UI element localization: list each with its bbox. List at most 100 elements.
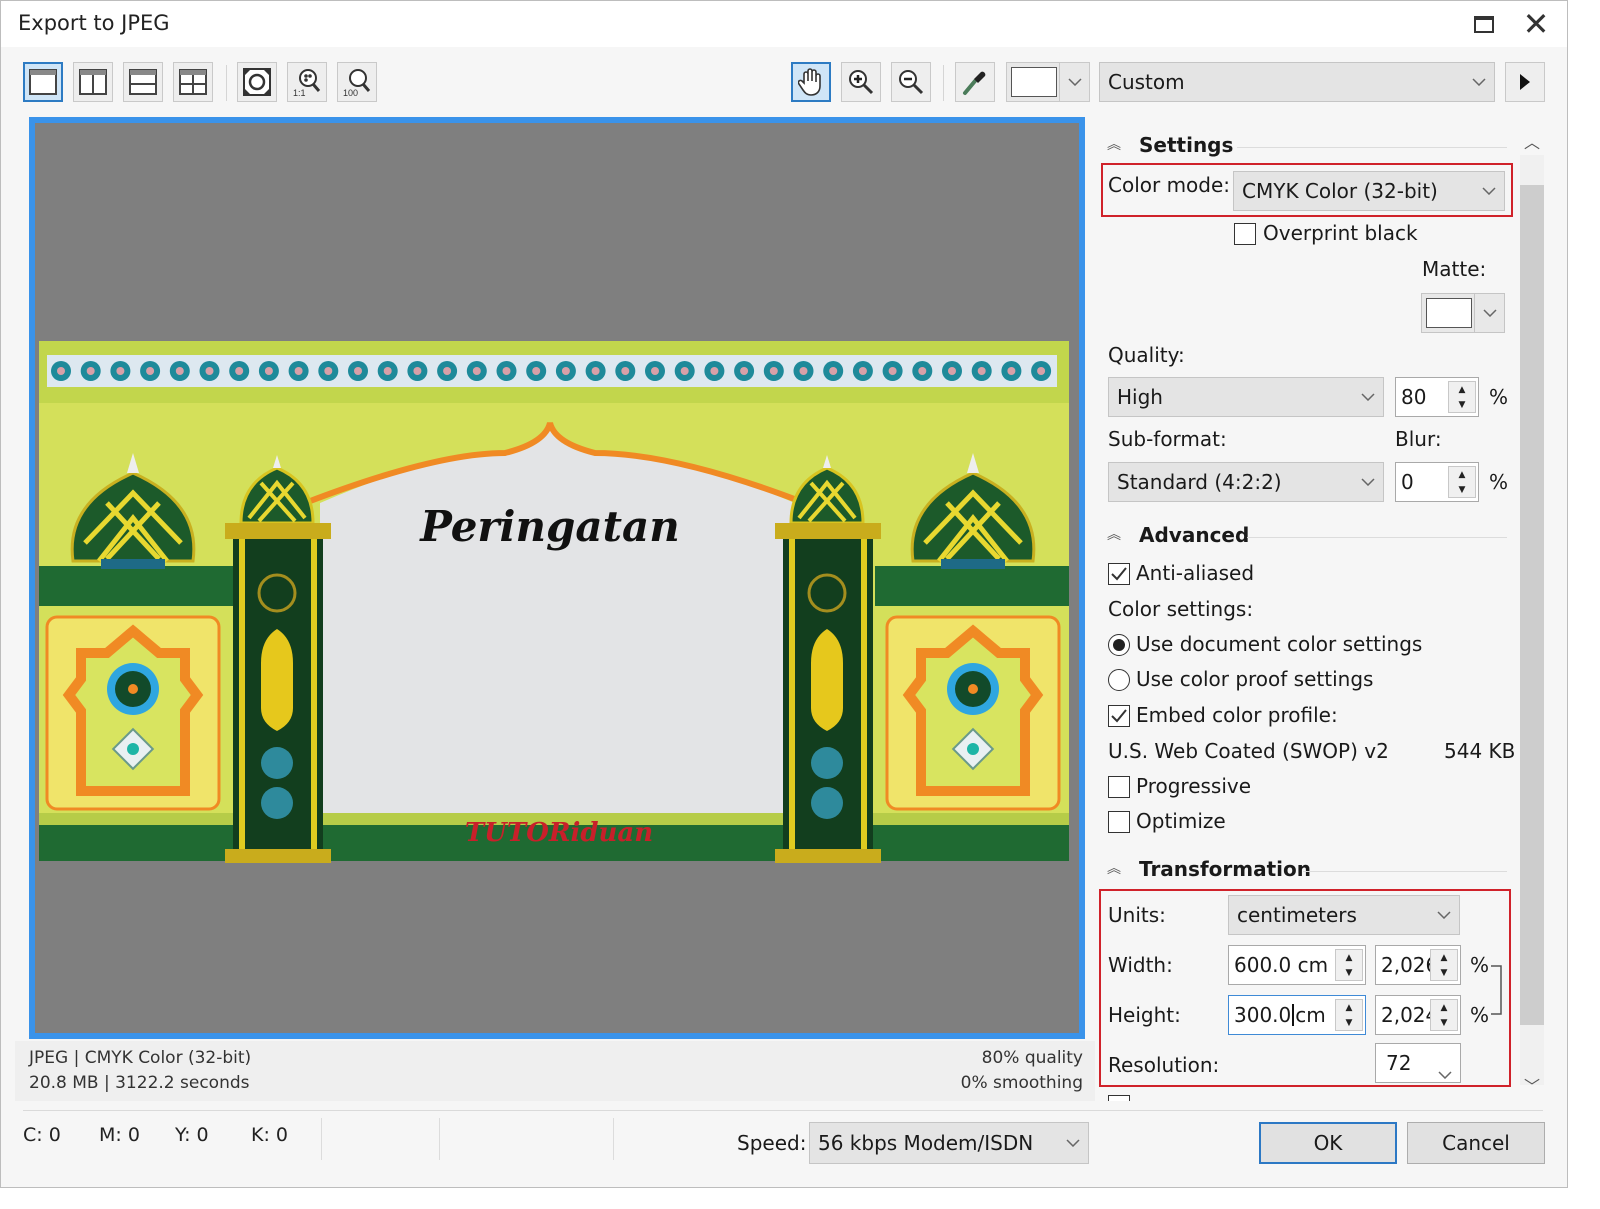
collapse-icon: ︽ — [1107, 527, 1121, 543]
preview-pane[interactable]: Peringatan TUTORiduan — [29, 117, 1085, 1039]
banner-title: Peringatan — [419, 502, 680, 551]
ornament-center — [948, 367, 956, 375]
overprint-black-checkbox[interactable] — [1234, 223, 1256, 245]
quality-preset-dropdown[interactable]: High — [1108, 377, 1384, 417]
section-divider — [1247, 537, 1507, 538]
height-spinner[interactable]: 300.0 cm ▲ ▼ — [1228, 995, 1366, 1035]
options-scrollbar[interactable]: ︿ ﹀ — [1518, 125, 1546, 1101]
speed-dropdown[interactable]: 56 kbps Modem/ISDN — [809, 1122, 1089, 1164]
quality-percent-label: % — [1489, 385, 1509, 409]
spin-down-icon: ▼ — [1345, 1017, 1353, 1028]
spinner-arrows[interactable]: ▲ ▼ — [1430, 949, 1458, 981]
settings-header-label: Settings — [1139, 133, 1234, 157]
split-horizontal-icon — [129, 69, 157, 95]
cancel-button[interactable]: Cancel — [1407, 1122, 1545, 1164]
advanced-header-label: Advanced — [1139, 523, 1250, 547]
ok-button[interactable]: OK — [1259, 1122, 1397, 1164]
speed-label: Speed: — [737, 1131, 807, 1155]
quality-spinner[interactable]: 80 ▲ ▼ — [1395, 377, 1479, 417]
spinner-arrows[interactable]: ▲ ▼ — [1430, 999, 1458, 1031]
scroll-thumb[interactable] — [1520, 185, 1544, 1025]
resolution-dropdown[interactable]: 72 — [1375, 1043, 1461, 1083]
color-mode-dropdown[interactable]: CMYK Color (32-bit) — [1233, 171, 1505, 211]
play-triangle-icon — [1520, 74, 1530, 90]
scroll-up-icon[interactable]: ︿ — [1524, 129, 1540, 153]
chevron-down-icon — [1059, 63, 1089, 101]
zoom-100-icon: 100 — [343, 69, 371, 97]
chevron-down-icon — [1472, 78, 1486, 86]
spin-up-icon: ▲ — [1345, 1002, 1353, 1013]
zoom-in-tool-button[interactable] — [841, 62, 881, 102]
spin-down-icon: ▼ — [1458, 484, 1466, 495]
advanced-section-header[interactable]: ︽ Advanced — [1107, 523, 1249, 547]
maximize-button[interactable] — [1469, 9, 1499, 39]
chevron-down-icon — [1361, 478, 1375, 486]
embed-profile-checkbox[interactable] — [1108, 705, 1130, 727]
height-percent-spinner[interactable]: 2,024 ▲ ▼ — [1375, 995, 1461, 1035]
width-spinner[interactable]: 600.0 cm ▲ ▼ — [1228, 945, 1366, 985]
quad-view-button[interactable] — [173, 62, 213, 102]
spin-down-icon: ▼ — [1345, 967, 1353, 978]
eyedropper-tool-button[interactable] — [955, 62, 995, 102]
zoom-1-1-button[interactable]: 1:1 — [287, 62, 327, 102]
toolbar-separator — [226, 65, 227, 101]
blur-label: Blur: — [1395, 427, 1442, 451]
spin-down-icon: ▼ — [1440, 967, 1448, 978]
spinner-arrows[interactable]: ▲ ▼ — [1448, 466, 1476, 498]
progressive-checkbox[interactable] — [1108, 776, 1130, 798]
text-caret — [1292, 1004, 1295, 1026]
zoom-to-fit-button[interactable] — [237, 62, 277, 102]
preset-dropdown[interactable]: Custom — [1099, 62, 1495, 102]
spin-down-icon: ▼ — [1458, 399, 1466, 410]
single-view-button[interactable] — [23, 62, 63, 102]
preset-menu-button[interactable] — [1505, 62, 1545, 102]
spinner-arrows[interactable]: ▲ ▼ — [1335, 949, 1363, 981]
use-document-color-label: Use document color settings — [1136, 632, 1423, 656]
color-settings-label: Color settings: — [1108, 597, 1254, 621]
profile-size: 544 KB — [1444, 739, 1516, 763]
zoom-out-tool-button[interactable] — [891, 62, 931, 102]
toolbar-separator — [943, 65, 944, 101]
ornament-center — [413, 367, 422, 375]
black-readout: K: 0 — [251, 1124, 288, 1146]
transformation-section-header[interactable]: ︽ Transformation — [1107, 857, 1311, 881]
split-vertical-button[interactable] — [73, 62, 113, 102]
background-color-picker[interactable] — [1006, 62, 1090, 102]
anti-aliased-checkbox[interactable] — [1108, 563, 1130, 585]
color-mode-label: Color mode: — [1108, 173, 1231, 197]
spinner-arrows[interactable]: ▲ ▼ — [1448, 381, 1476, 413]
embed-profile-label: Embed color profile: — [1136, 703, 1338, 727]
scroll-down-icon[interactable]: ﹀ — [1524, 1073, 1540, 1097]
maintain-aspect-checkbox[interactable] — [1108, 1095, 1130, 1101]
radio-selected-dot — [1113, 639, 1125, 651]
ornament-center — [591, 367, 600, 375]
split-horizontal-button[interactable] — [123, 62, 163, 102]
ornament-center — [799, 367, 808, 375]
ornament-center — [235, 367, 244, 375]
ornament-center — [86, 367, 95, 375]
hand-icon — [798, 68, 821, 96]
spin-up-icon: ▲ — [1458, 469, 1466, 480]
split-vertical-icon — [79, 69, 107, 95]
subformat-dropdown[interactable]: Standard (4:2:2) — [1108, 462, 1384, 502]
width-percent-spinner[interactable]: 2,026 ▲ ▼ — [1375, 945, 1461, 985]
units-dropdown[interactable]: centimeters — [1228, 895, 1460, 935]
width-percent-label: % — [1470, 953, 1490, 977]
blur-spinner[interactable]: 0 ▲ ▼ — [1395, 462, 1479, 502]
close-button[interactable]: ✕ — [1521, 8, 1551, 40]
pan-tool-button[interactable] — [791, 62, 831, 102]
optimize-label: Optimize — [1136, 809, 1226, 833]
zoom-100-button[interactable]: 100 — [337, 62, 377, 102]
height-value-unit: cm — [1295, 1003, 1326, 1027]
spinner-arrows[interactable]: ▲ ▼ — [1335, 999, 1363, 1031]
ornament-center — [116, 367, 125, 375]
chevron-down-icon — [1482, 187, 1496, 195]
use-document-color-radio[interactable] — [1108, 634, 1130, 656]
zoom-in-icon — [849, 70, 874, 95]
footer-separator — [613, 1118, 614, 1160]
ornament-center — [175, 367, 184, 375]
use-proof-color-radio[interactable] — [1108, 669, 1130, 691]
settings-section-header[interactable]: ︽ Settings — [1107, 133, 1233, 157]
optimize-checkbox[interactable] — [1108, 811, 1130, 833]
matte-color-picker[interactable] — [1421, 293, 1505, 333]
